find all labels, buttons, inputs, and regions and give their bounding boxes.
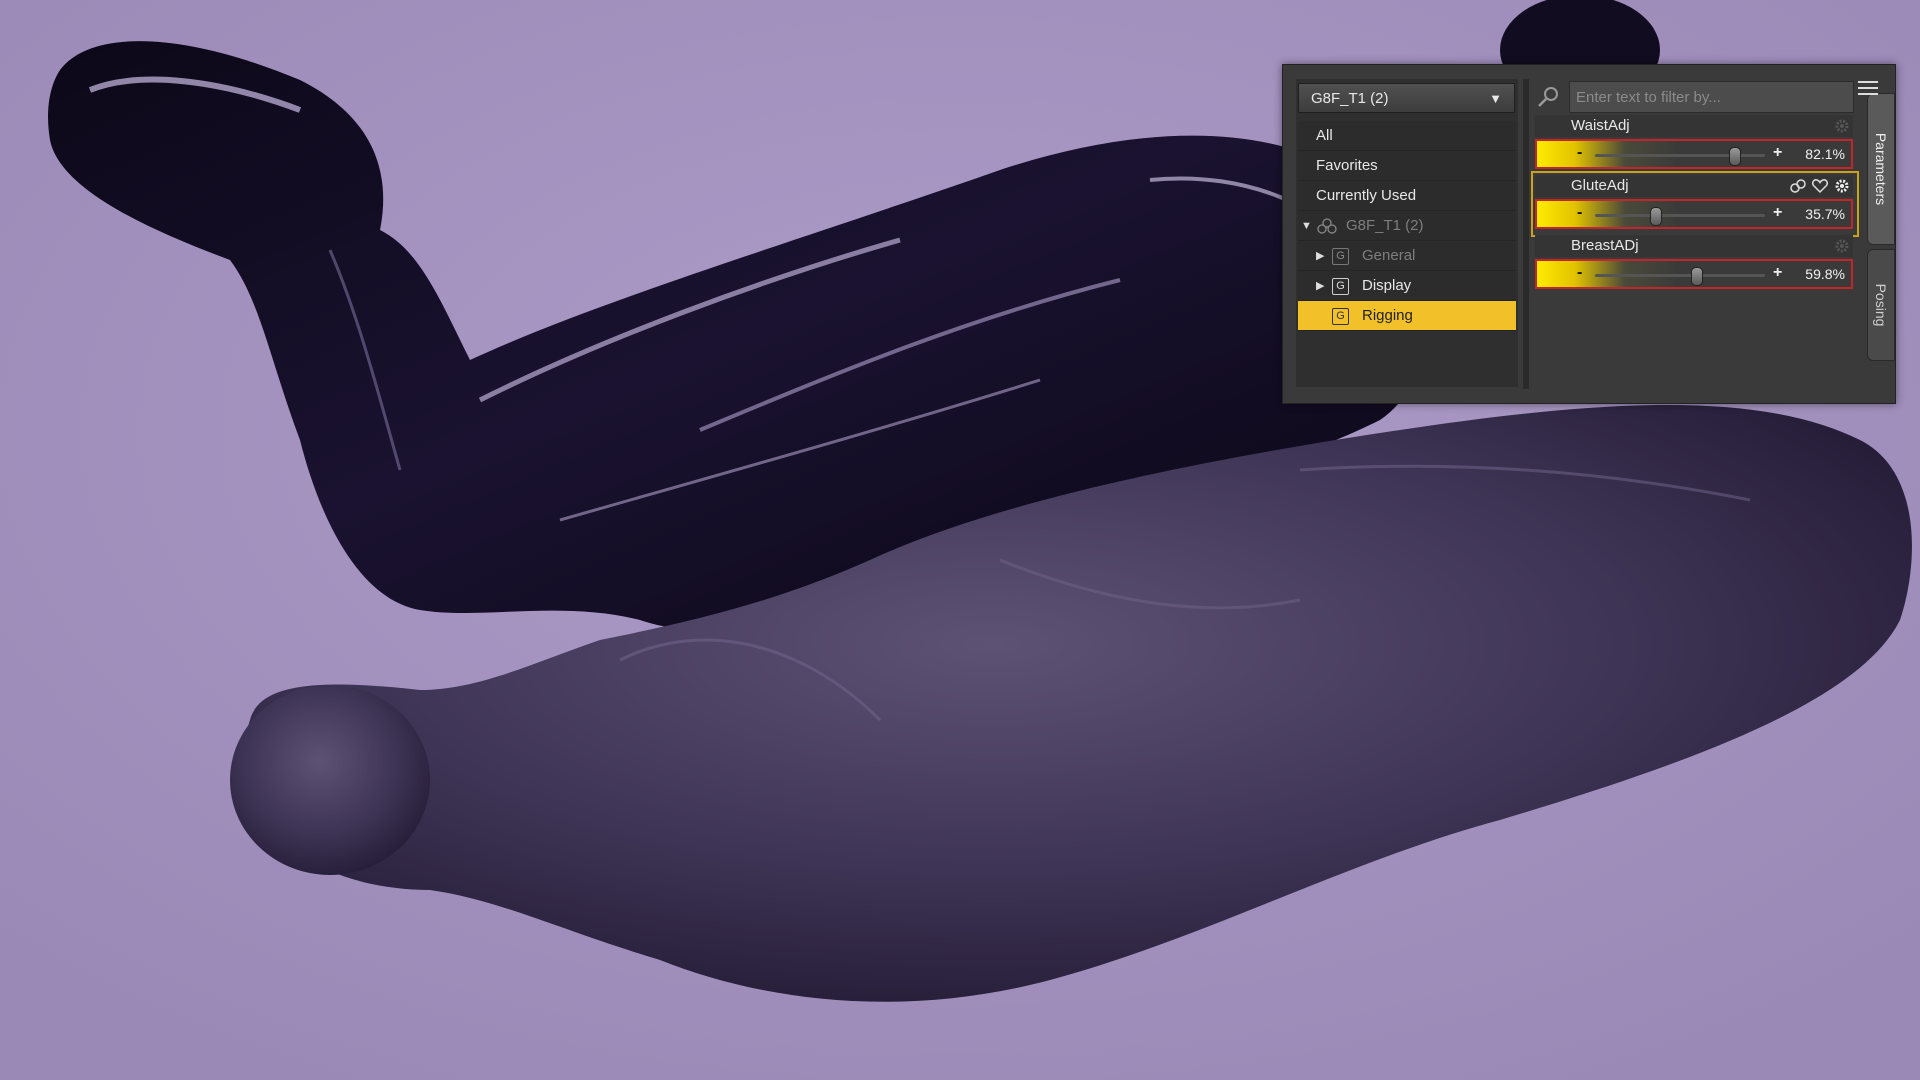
increment-button[interactable]: + — [1773, 204, 1782, 222]
category-rigging[interactable]: G Rigging — [1298, 301, 1516, 331]
category-list: All Favorites Currently Used ▼ G8F_T1 (2… — [1298, 121, 1516, 331]
collapsed-triangle-icon[interactable]: ▶ — [1316, 271, 1324, 301]
param-value[interactable]: 82.1% — [1805, 146, 1845, 162]
param-label: BreastADj — [1535, 235, 1853, 257]
param-gluteadj: GluteAdj - + 35.7% — [1531, 171, 1859, 237]
gear-icon[interactable] — [1833, 117, 1851, 135]
category-currently-used[interactable]: Currently Used — [1298, 181, 1516, 211]
dropdown-arrow-icon: ▼ — [1489, 91, 1502, 106]
category-label: Display — [1362, 277, 1412, 294]
increment-button[interactable]: + — [1773, 264, 1782, 282]
parameter-pane: WaistAdj - + 82.1% GluteAdj — [1531, 79, 1861, 389]
slider-knob[interactable] — [1649, 207, 1662, 226]
category-favorites[interactable]: Favorites — [1298, 151, 1516, 181]
param-waistadj: WaistAdj - + 82.1% — [1535, 115, 1855, 173]
tab-parameters[interactable]: Parameters — [1867, 93, 1895, 245]
category-label: G8F_T1 (2) — [1346, 217, 1424, 234]
param-value[interactable]: 59.8% — [1805, 266, 1845, 282]
side-tabs: Parameters Posing — [1865, 93, 1895, 393]
group-icon: G — [1332, 308, 1349, 325]
link-icon[interactable] — [1789, 177, 1807, 195]
category-label: General — [1362, 247, 1416, 264]
figure-icon — [1317, 218, 1337, 234]
tab-posing[interactable]: Posing — [1867, 249, 1895, 361]
gear-icon[interactable] — [1833, 177, 1851, 195]
heart-icon[interactable] — [1811, 177, 1829, 195]
param-label: WaistAdj — [1535, 115, 1853, 137]
slider-track[interactable] — [1595, 214, 1765, 217]
category-label: Favorites — [1316, 157, 1378, 174]
param-slider[interactable]: - + 82.1% — [1535, 139, 1853, 169]
tab-label: Posing — [1873, 283, 1889, 327]
group-icon: G — [1332, 248, 1349, 265]
increment-button[interactable]: + — [1773, 144, 1782, 162]
pane-splitter[interactable] — [1523, 79, 1529, 389]
panel-menu-icon[interactable] — [1858, 80, 1878, 96]
group-icon: G — [1332, 278, 1349, 295]
node-selector[interactable]: G8F_T1 (2) ▼ — [1298, 83, 1515, 113]
category-figure[interactable]: ▼ G8F_T1 (2) — [1298, 211, 1516, 241]
decrement-button[interactable]: - — [1577, 144, 1582, 162]
category-all[interactable]: All — [1298, 121, 1516, 151]
param-value[interactable]: 35.7% — [1805, 206, 1845, 222]
param-breastadj: BreastADj - + 59.8% — [1535, 235, 1855, 293]
node-selector-label: G8F_T1 (2) — [1311, 90, 1389, 107]
collapsed-triangle-icon[interactable]: ▶ — [1316, 241, 1324, 271]
decrement-button[interactable]: - — [1577, 204, 1582, 222]
category-label: All — [1316, 127, 1333, 144]
parameters-panel: G8F_T1 (2) ▼ All Favorites Currently Use… — [1282, 64, 1896, 404]
tab-label: Parameters — [1873, 132, 1889, 206]
search-icon[interactable] — [1531, 81, 1565, 113]
category-label: Currently Used — [1316, 187, 1417, 204]
gear-icon[interactable] — [1833, 237, 1851, 255]
param-slider[interactable]: - + 35.7% — [1535, 199, 1853, 229]
param-slider[interactable]: - + 59.8% — [1535, 259, 1853, 289]
category-general[interactable]: ▶ G General — [1298, 241, 1516, 271]
expanded-triangle-icon[interactable]: ▼ — [1301, 211, 1312, 241]
decrement-button[interactable]: - — [1577, 264, 1582, 282]
filter-input[interactable] — [1569, 81, 1854, 113]
filter-bar — [1531, 81, 1856, 113]
slider-knob[interactable] — [1690, 267, 1703, 286]
category-label: Rigging — [1362, 307, 1413, 324]
category-display[interactable]: ▶ G Display — [1298, 271, 1516, 301]
slider-knob[interactable] — [1728, 147, 1741, 166]
slider-track[interactable] — [1595, 274, 1765, 277]
